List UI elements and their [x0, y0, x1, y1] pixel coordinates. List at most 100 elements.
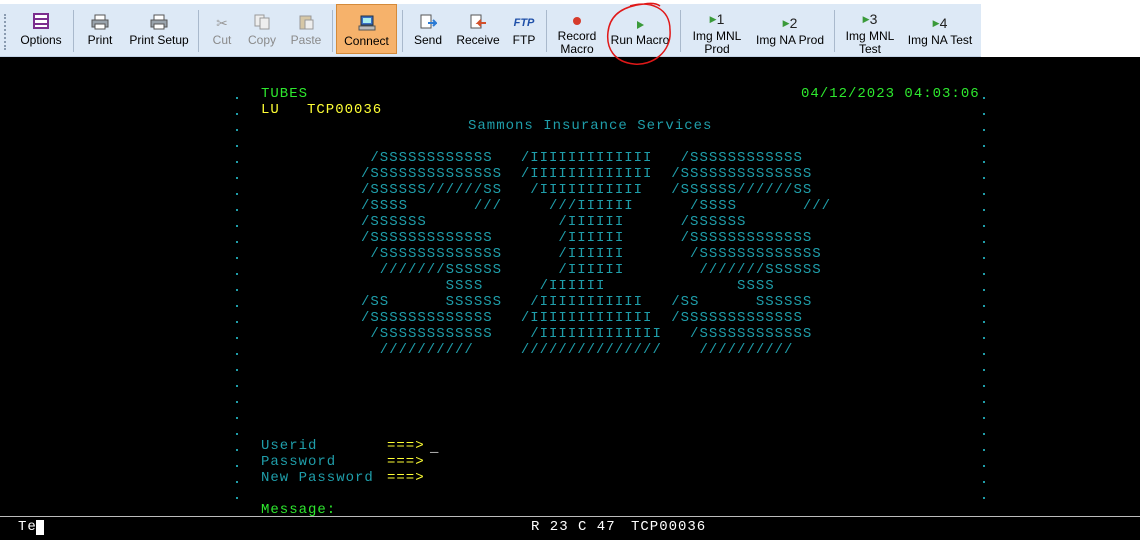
margin-marker — [983, 97, 985, 99]
scissors-icon: ✂ — [216, 15, 228, 31]
cut-label: Cut — [212, 33, 232, 47]
record-macro-label-line2: Macro — [560, 42, 594, 56]
margin-marker — [983, 337, 985, 339]
margin-marker — [983, 225, 985, 227]
img-na-prod-glyph: 2 — [789, 15, 798, 31]
logo-line: ///////SSSSSS /IIIIII ///////SSSSSS — [361, 262, 822, 278]
logo-line: /SSSSSS /IIIIII /SSSSSS — [361, 214, 747, 230]
margin-marker — [236, 257, 238, 259]
img-mnl-test-button[interactable]: ▶ 3 Img MNL Test — [840, 4, 900, 56]
print-button[interactable]: Print — [78, 4, 122, 56]
margin-marker — [236, 385, 238, 387]
terminal-screen[interactable]: TUBES 04/12/2023 04:03:06 LU TCP00036 Sa… — [0, 57, 1140, 539]
logo-line: SSSS /IIIIII SSSS — [361, 278, 775, 294]
paste-label: Paste — [290, 33, 322, 47]
margin-marker — [236, 145, 238, 147]
copy-icon — [254, 8, 270, 30]
connect-icon — [358, 9, 376, 31]
margin-marker — [236, 97, 238, 99]
margin-marker — [236, 193, 238, 195]
password-label: Password — [261, 454, 337, 470]
paste-button[interactable]: Paste — [284, 4, 328, 56]
img-mnl-prod-button[interactable]: ▶ 1 Img MNL Prod — [688, 4, 746, 56]
margin-marker — [983, 449, 985, 451]
send-button[interactable]: Send — [406, 4, 450, 56]
logo-line: /SSSSSSSSSSSSS /IIIIII /SSSSSSSSSSSSS — [361, 246, 822, 262]
ftp-label: FTP — [512, 33, 536, 47]
paste-icon — [298, 8, 314, 30]
cursor: _ — [430, 440, 440, 456]
margin-marker — [236, 241, 238, 243]
record-macro-button[interactable]: Record Macro — [552, 4, 602, 56]
margin-marker — [236, 401, 238, 403]
margin-marker — [236, 417, 238, 419]
margin-marker — [983, 241, 985, 243]
logo-line: /SSSS /// ///IIIIII /SSSS /// — [361, 198, 832, 214]
img-na-test-button[interactable]: ▶ 4 Img NA Test — [904, 4, 976, 56]
separator — [546, 10, 547, 52]
margin-marker — [983, 257, 985, 259]
ftp-icon: FTP — [513, 17, 535, 29]
connect-button[interactable]: Connect — [336, 4, 397, 54]
print-setup-label: Print Setup — [129, 33, 189, 47]
margin-marker — [236, 273, 238, 275]
img-na-test-glyph: 4 — [939, 15, 948, 31]
toolbar-strip: Options Print Print Setup ✂ Cut Copy Pas… — [0, 4, 981, 57]
toolbar-grip[interactable] — [4, 14, 8, 50]
receive-button[interactable]: Receive — [452, 4, 504, 56]
margin-marker — [983, 305, 985, 307]
play-small-icon: ▶ — [862, 14, 870, 24]
cut-button[interactable]: ✂ Cut — [202, 4, 242, 56]
print-setup-icon — [150, 8, 168, 30]
img-na-prod-button[interactable]: ▶ 2 Img NA Prod — [752, 4, 828, 56]
copy-label: Copy — [247, 33, 276, 47]
toolbar: Options Print Print Setup ✂ Cut Copy Pas… — [0, 0, 1140, 65]
print-setup-button[interactable]: Print Setup — [124, 4, 194, 56]
options-button[interactable]: Options — [12, 4, 70, 56]
img-na-test-label: Img NA Test — [907, 33, 973, 47]
datetime: 04/12/2023 04:03:06 — [801, 86, 980, 102]
print-label: Print — [87, 33, 113, 47]
margin-marker — [983, 177, 985, 179]
margin-marker — [983, 161, 985, 163]
send-label: Send — [413, 33, 443, 47]
margin-marker — [983, 273, 985, 275]
status-cursor-block — [36, 520, 44, 535]
margin-marker — [236, 321, 238, 323]
play-small-icon: ▶ — [932, 18, 940, 28]
logo-line: /SSSSSSSSSSSSS /IIIIIIIIIIIII /SSSSSSSSS… — [361, 310, 803, 326]
margin-marker — [236, 497, 238, 499]
receive-label: Receive — [456, 33, 500, 47]
margin-marker — [236, 225, 238, 227]
margin-marker — [236, 305, 238, 307]
copy-button[interactable]: Copy — [242, 4, 282, 56]
logo-line: /SSSSSSSSSSSSS /IIIIII /SSSSSSSSSSSSS — [361, 230, 813, 246]
img-mnl-prod-label-line2: Prod — [704, 42, 730, 56]
options-icon — [32, 8, 50, 30]
margin-marker — [236, 481, 238, 483]
record-icon — [572, 8, 582, 26]
receive-icon — [469, 8, 487, 30]
play-small-icon: ▶ — [782, 18, 790, 28]
logo-line: ////////// /////////////// ////////// — [361, 342, 794, 358]
separator — [332, 10, 333, 52]
session-id: TCP00036 — [631, 519, 707, 535]
margin-marker — [236, 129, 238, 131]
separator — [198, 10, 199, 52]
logo-line: /SSSSSSSSSSSS /IIIIIIIIIIIII /SSSSSSSSSS… — [361, 326, 813, 342]
separator — [834, 10, 835, 52]
margin-marker — [983, 289, 985, 291]
logo-line: /SSSSSS//////SS /IIIIIIIIIII /SSSSSS////… — [361, 182, 813, 198]
margin-marker — [236, 177, 238, 179]
status-left-text: Te — [18, 519, 37, 535]
margin-marker — [236, 353, 238, 355]
margin-marker — [236, 161, 238, 163]
logo-line: /SSSSSSSSSSSS /IIIIIIIIIIIII /SSSSSSSSSS… — [361, 150, 803, 166]
margin-marker — [983, 465, 985, 467]
password-arrow: ===> — [387, 454, 425, 470]
margin-marker — [236, 449, 238, 451]
ftp-button[interactable]: FTP FTP — [506, 4, 542, 56]
play-small-icon: ▶ — [709, 14, 717, 24]
app-name: TUBES — [261, 86, 309, 102]
margin-marker — [983, 369, 985, 371]
